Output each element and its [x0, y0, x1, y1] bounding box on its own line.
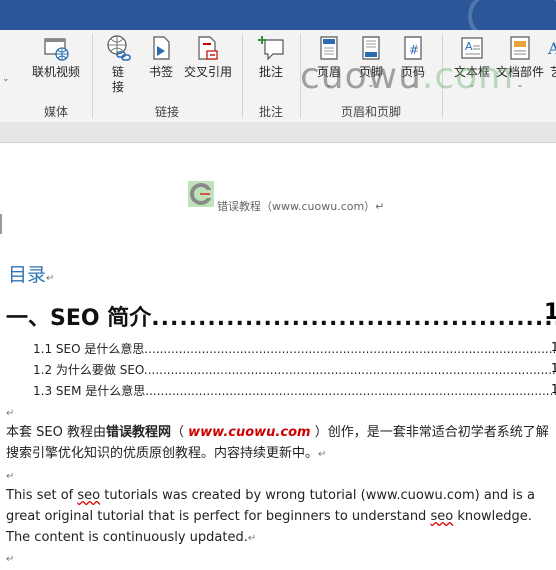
wordart-button[interactable]: A 艺 — [546, 34, 556, 80]
toc-entry-3[interactable]: 1.2 为什么要做 SEO...........................… — [33, 361, 556, 378]
group-label-comments: 批注 — [258, 105, 283, 119]
site-url-link[interactable]: www.cuowu.com — [188, 425, 310, 440]
cross-reference-button[interactable]: 交叉引用 — [182, 34, 234, 80]
toc-entry-4[interactable]: 1.3 SEM 是什么意思...........................… — [33, 382, 556, 399]
intro-paragraph-cn[interactable]: 本套 SEO 教程由错误教程网（ www.cuowu.com ）创作，是一套非常… — [6, 422, 554, 465]
document-header-text: 错误教程（www.cuowu.com）↵ — [217, 200, 385, 213]
paragraph-mark: ↵ — [318, 449, 327, 460]
watermark-text: cuowu — [300, 56, 422, 97]
intro-paragraph-en[interactable]: This set of seo tutorials was created by… — [6, 485, 554, 549]
bracket-open: （ — [170, 425, 184, 440]
empty-paragraph: ↵ — [6, 465, 554, 487]
group-label-header-footer: 页眉和页脚 — [340, 105, 401, 119]
title-decoration — [468, 0, 556, 30]
paragraph-mark: ↵ — [6, 554, 15, 565]
bookmark-button[interactable]: 书签 — [144, 34, 178, 80]
group-label-media: 媒体 — [43, 105, 68, 119]
toc-entry-text: 一、SEO 简介 — [6, 306, 152, 331]
insert-ribbon: ⌄ 联机视频 媒体 链 接 书签 交叉引用 链接 批注 批注 页眉 ⌄ 页脚 ⌄… — [0, 30, 556, 123]
link-label: 链 接 — [111, 65, 124, 94]
empty-paragraph: ↵ — [6, 402, 554, 424]
toc-entry-text: 1.3 SEM 是什么意思 — [33, 384, 146, 398]
link-icon — [107, 35, 131, 61]
text-cursor-marker — [0, 214, 2, 234]
intro-text: 本套 SEO 教程由 — [6, 425, 106, 440]
toc-entry-1[interactable]: 一、SEO 简介................................… — [6, 300, 556, 332]
ruler-strip — [0, 122, 556, 143]
wordart-icon: A — [547, 39, 556, 58]
empty-paragraph: ↵ — [6, 548, 554, 570]
watermark-suffix: .com — [421, 56, 515, 97]
svg-text:#: # — [409, 43, 419, 57]
svg-text:A: A — [547, 39, 556, 58]
paragraph-mark: ↵ — [247, 533, 257, 544]
paragraph-mark: ↵ — [46, 273, 55, 284]
comment-icon — [258, 36, 284, 61]
toc-entry-page: 1 — [551, 382, 556, 396]
toc-entry-page: 1 — [551, 361, 556, 375]
site-watermark: cuowu.com — [300, 56, 514, 97]
paragraph-mark: ↵ — [6, 408, 15, 419]
spellcheck-word[interactable]: seo — [77, 488, 100, 503]
paragraph-mark: ↵ — [6, 471, 15, 482]
online-video-label: 联机视频 — [31, 65, 80, 79]
site-name-bold: 错误教程网 — [105, 425, 171, 440]
toc-title[interactable]: 目录↵ — [8, 260, 54, 287]
group-separator — [242, 34, 243, 118]
group-separator — [92, 34, 93, 118]
online-video-icon — [44, 38, 69, 61]
toc-entry-page: 1 — [544, 300, 556, 325]
group-label-links: 链接 — [154, 105, 179, 119]
comment-label: 批注 — [258, 65, 283, 79]
toc-title-text: 目录 — [8, 264, 47, 286]
toc-entry-text: 1.2 为什么要做 SEO — [33, 363, 144, 377]
spellcheck-word[interactable]: seo — [430, 509, 453, 524]
toc-entry-2[interactable]: 1.1 SEO 是什么意思...........................… — [33, 340, 556, 357]
cross-reference-label: 交叉引用 — [183, 65, 232, 79]
link-button[interactable]: 链 接 — [100, 34, 136, 95]
en-text-1: This set of — [6, 488, 78, 503]
comment-button[interactable]: 批注 — [252, 34, 290, 80]
bookmark-label: 书签 — [148, 65, 173, 79]
toc-entry-text: 1.1 SEO 是什么意思 — [33, 342, 145, 356]
cross-reference-icon — [198, 36, 218, 60]
toc-entry-page: 1 — [551, 340, 556, 354]
wordart-label: 艺 — [549, 65, 556, 79]
bookmark-icon — [153, 36, 170, 60]
title-bar — [0, 0, 556, 30]
ribbon-scroll-arrow-icon[interactable]: ⌄ — [2, 74, 10, 84]
svg-text:A: A — [465, 40, 473, 53]
online-video-button[interactable]: 联机视频 — [28, 34, 84, 80]
cuowu-logo-icon — [188, 181, 214, 207]
